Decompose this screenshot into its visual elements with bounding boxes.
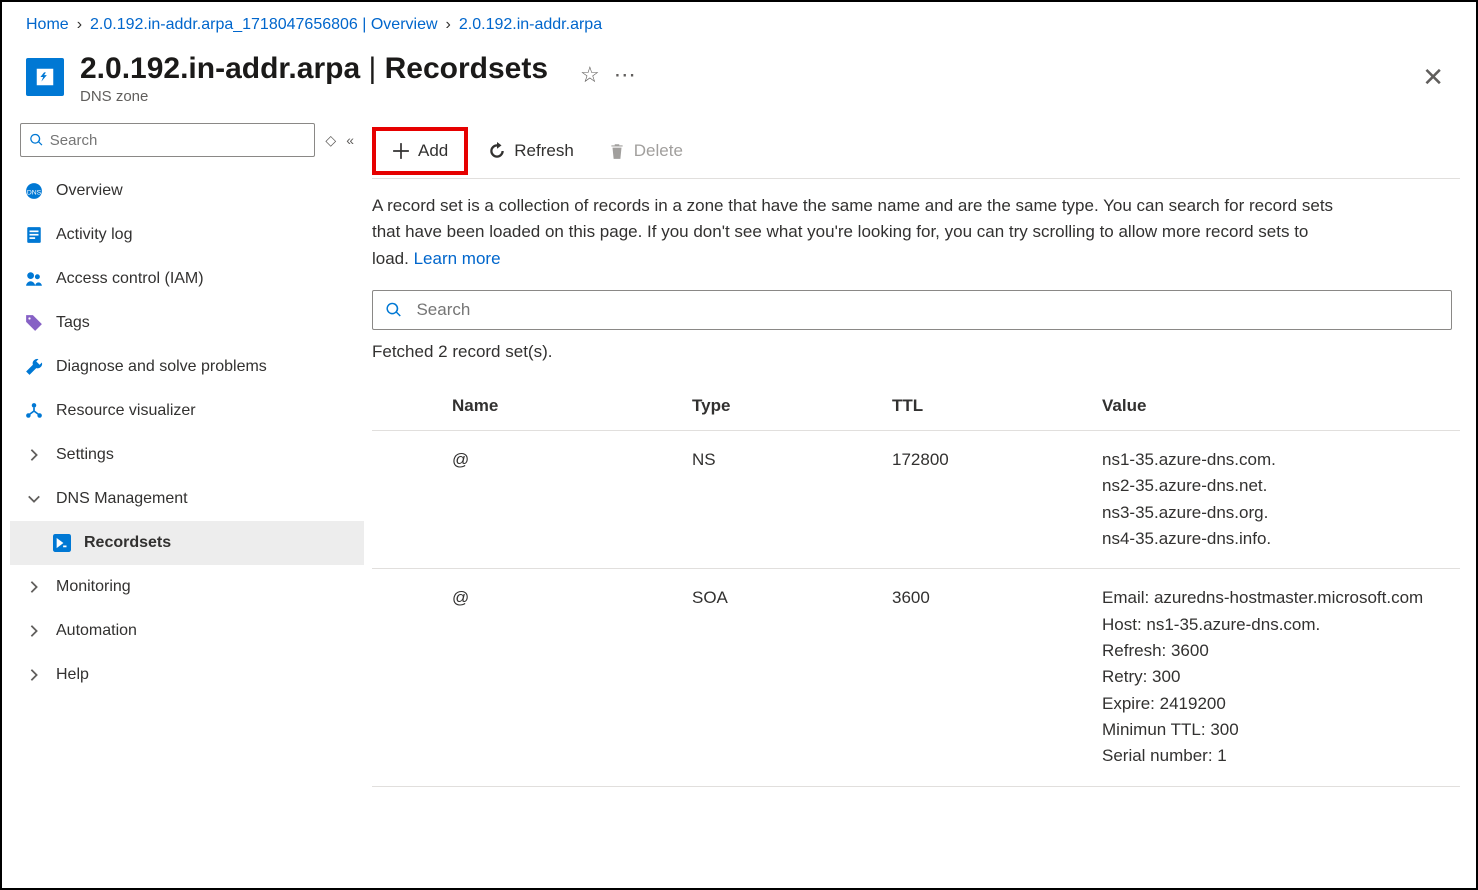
trash-icon [608, 142, 626, 160]
sidebar-item-activity-log[interactable]: Activity log [10, 213, 364, 257]
refresh-label: Refresh [514, 141, 574, 161]
resource-type: DNS zone [80, 88, 548, 105]
recordset-search[interactable] [372, 290, 1452, 330]
sidebar: ◇ « DNS Overview Activity log Access con… [2, 123, 372, 787]
dns-zone-icon [26, 58, 64, 96]
wrench-icon [24, 358, 44, 376]
expand-collapse-icon[interactable]: ◇ [325, 132, 336, 149]
delete-label: Delete [634, 141, 683, 161]
toolbar: Add Refresh Delete [372, 123, 1460, 179]
sidebar-section-label: Settings [56, 446, 114, 464]
cell-value: ns1-35.azure-dns.com. ns2-35.azure-dns.n… [1092, 431, 1460, 569]
sidebar-section-help[interactable]: Help [10, 653, 364, 697]
sidebar-section-monitoring[interactable]: Monitoring [10, 565, 364, 609]
col-type[interactable]: Type [682, 382, 882, 431]
sidebar-item-diagnose[interactable]: Diagnose and solve problems [10, 345, 364, 389]
cell-type: SOA [682, 569, 882, 786]
favorite-icon[interactable]: ☆ [580, 62, 600, 88]
cell-name: @ [442, 431, 682, 569]
sidebar-section-label: Monitoring [56, 578, 131, 596]
chevron-right-icon [24, 448, 44, 462]
description: A record set is a collection of records … [372, 179, 1352, 290]
globe-icon: DNS [24, 182, 44, 200]
sidebar-section-settings[interactable]: Settings [10, 433, 364, 477]
sidebar-search-input[interactable] [50, 132, 307, 149]
sidebar-section-automation[interactable]: Automation [10, 609, 364, 653]
chevron-right-icon: › [77, 16, 82, 34]
sidebar-item-label: Resource visualizer [56, 402, 196, 420]
recordset-table: Name Type TTL Value @NS172800ns1-35.azur… [372, 382, 1460, 787]
cell-value: Email: azuredns-hostmaster.microsoft.com… [1092, 569, 1460, 786]
recordset-icon [52, 534, 72, 552]
cell-name: @ [442, 569, 682, 786]
page-header: 2.0.192.in-addr.arpa | Recordsets DNS zo… [2, 42, 1476, 123]
log-icon [24, 226, 44, 244]
sidebar-item-access-control[interactable]: Access control (IAM) [10, 257, 364, 301]
fetched-count: Fetched 2 record set(s). [372, 330, 1460, 382]
close-button[interactable]: ✕ [1422, 62, 1444, 93]
add-button[interactable]: Add [372, 127, 468, 175]
sidebar-section-dns[interactable]: DNS Management [10, 477, 364, 521]
search-icon [385, 301, 402, 319]
breadcrumb-overview[interactable]: 2.0.192.in-addr.arpa_1718047656806 | Ove… [90, 16, 438, 34]
sidebar-item-label: Recordsets [84, 534, 171, 552]
breadcrumb: Home › 2.0.192.in-addr.arpa_171804765680… [2, 2, 1476, 42]
chevron-right-icon [24, 624, 44, 638]
col-name[interactable]: Name [442, 382, 682, 431]
page-title: 2.0.192.in-addr.arpa | Recordsets [80, 52, 548, 86]
col-checkbox [372, 382, 442, 431]
sidebar-item-label: Access control (IAM) [56, 270, 204, 288]
sidebar-search[interactable] [20, 123, 315, 157]
tag-icon [24, 314, 44, 332]
chevron-right-icon [24, 580, 44, 594]
people-icon [24, 270, 44, 288]
sidebar-section-label: Automation [56, 622, 137, 640]
cell-ttl: 3600 [882, 569, 1092, 786]
col-value[interactable]: Value [1092, 382, 1460, 431]
refresh-icon [488, 142, 506, 160]
plus-icon [392, 142, 410, 160]
table-row[interactable]: @NS172800ns1-35.azure-dns.com. ns2-35.az… [372, 431, 1460, 569]
sidebar-section-label: DNS Management [56, 490, 188, 508]
sidebar-item-label: Overview [56, 182, 123, 200]
cell-ttl: 172800 [882, 431, 1092, 569]
chevron-right-icon [24, 668, 44, 682]
collapse-sidebar-icon[interactable]: « [346, 132, 354, 148]
sidebar-item-tags[interactable]: Tags [10, 301, 364, 345]
delete-button: Delete [594, 135, 697, 167]
sidebar-item-label: Tags [56, 314, 90, 332]
sidebar-item-resource-visualizer[interactable]: Resource visualizer [10, 389, 364, 433]
visualizer-icon [24, 402, 44, 420]
learn-more-link[interactable]: Learn more [414, 249, 501, 268]
recordset-search-input[interactable] [416, 300, 1439, 320]
sidebar-item-overview[interactable]: DNS Overview [10, 169, 364, 213]
refresh-button[interactable]: Refresh [474, 135, 588, 167]
col-ttl[interactable]: TTL [882, 382, 1092, 431]
cell-type: NS [682, 431, 882, 569]
chevron-right-icon: › [446, 16, 451, 34]
svg-text:DNS: DNS [27, 189, 42, 196]
chevron-down-icon [24, 492, 44, 506]
sidebar-item-recordsets[interactable]: Recordsets [10, 521, 364, 565]
sidebar-item-label: Diagnose and solve problems [56, 358, 267, 376]
more-icon[interactable]: ⋯ [614, 62, 636, 88]
add-label: Add [418, 141, 448, 161]
table-row[interactable]: @SOA3600Email: azuredns-hostmaster.micro… [372, 569, 1460, 786]
search-icon [29, 132, 44, 148]
breadcrumb-zone[interactable]: 2.0.192.in-addr.arpa [459, 16, 602, 34]
sidebar-item-label: Activity log [56, 226, 132, 244]
breadcrumb-home[interactable]: Home [26, 16, 69, 34]
sidebar-section-label: Help [56, 666, 89, 684]
main-content: Add Refresh Delete A record set is a col… [372, 123, 1476, 787]
